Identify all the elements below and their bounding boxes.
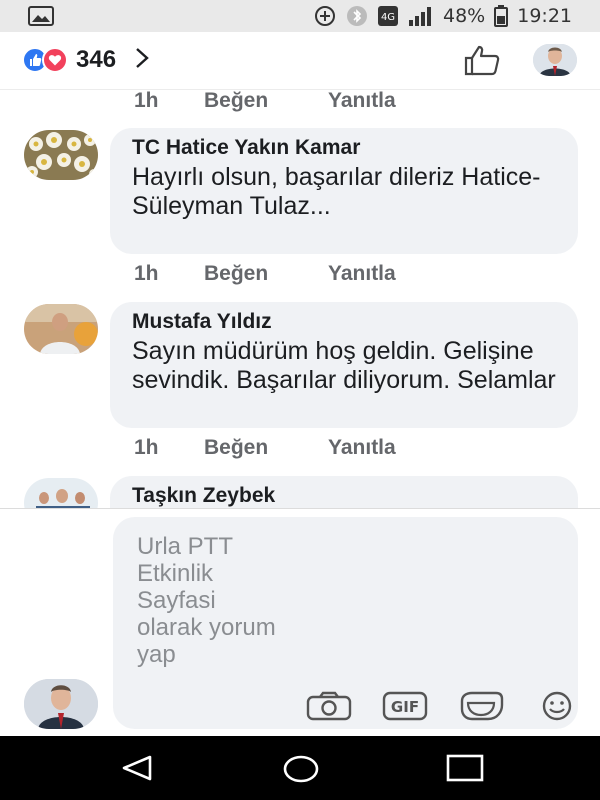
comment-actions: 1h Beğen Yanıtla [134, 262, 396, 286]
comment-bubble[interactable]: Mustafa Yıldız Sayın müdürüm hoş geldin.… [110, 302, 578, 428]
comment-text: Hayırlı olsun, başarılar dileriz Hatice-… [132, 163, 541, 220]
commenter-avatar[interactable] [24, 130, 98, 180]
user-avatar[interactable] [533, 44, 577, 76]
battery-percent: 48% [443, 5, 486, 27]
back-icon[interactable] [120, 754, 154, 787]
commenter-name[interactable]: TC Hatice Yakın Kamar [132, 135, 556, 161]
like-button-icon[interactable] [462, 44, 502, 81]
comment-placeholder: Urla PTT Etkinlik Sayfasi olarak yorum y… [137, 533, 276, 668]
network-type-icon: 4G [377, 5, 399, 27]
svg-text:4G: 4G [381, 12, 395, 23]
sticker-icon[interactable] [443, 691, 519, 721]
reply-link[interactable]: Yanıtla [328, 436, 396, 460]
comment-actions: 1h Beğen Yanıtla [134, 436, 396, 460]
like-link[interactable]: Beğen [204, 436, 328, 460]
home-icon[interactable] [282, 754, 320, 789]
reaction-count: 346 [76, 46, 117, 73]
commenter-name[interactable]: Mustafa Yıldız [132, 309, 556, 335]
status-bar: 4G 48% 19:21 [0, 0, 600, 32]
comment-composer: Urla PTT Etkinlik Sayfasi olarak yorum y… [0, 508, 600, 736]
comment-text: Sayın müdürüm hoş geldin. Gelişine sevin… [132, 337, 556, 394]
comment-time: 1h [134, 436, 159, 459]
comment-actions: 1h Beğen Yanıtla [134, 90, 396, 113]
comment-bubble[interactable]: TC Hatice Yakın Kamar Hayırlı olsun, baş… [110, 128, 578, 254]
love-reaction-icon [42, 47, 68, 73]
gallery-icon [28, 6, 54, 31]
chevron-right-icon[interactable] [134, 47, 150, 74]
comment-input[interactable]: Urla PTT Etkinlik Sayfasi olarak yorum y… [113, 517, 578, 729]
reactions-bar: 346 [0, 32, 600, 90]
commenter-name[interactable]: Taşkın Zeybek [132, 483, 556, 508]
reactions-summary[interactable]: 346 [22, 46, 150, 74]
composer-avatar [24, 679, 98, 729]
commenter-avatar[interactable] [24, 478, 98, 508]
emoji-icon[interactable] [519, 691, 595, 721]
svg-text:GIF: GIF [391, 698, 419, 716]
like-link[interactable]: Beğen [204, 90, 328, 113]
recent-apps-icon[interactable] [446, 754, 484, 787]
android-nav-bar [0, 736, 600, 800]
signal-icon [408, 6, 434, 26]
comment-bubble[interactable]: Taşkın Zeybek [110, 476, 578, 508]
reply-link[interactable]: Yanıtla [328, 262, 396, 286]
data-saver-icon [313, 4, 337, 28]
comment-list: 1h Beğen Yanıtla TC Hatice Yakın Kamar H… [0, 90, 600, 508]
camera-icon[interactable] [291, 691, 367, 721]
bluetooth-icon [346, 5, 368, 27]
like-link[interactable]: Beğen [204, 262, 328, 286]
clock: 19:21 [517, 5, 572, 27]
comment-time: 1h [134, 90, 159, 112]
battery-icon [494, 5, 509, 27]
commenter-avatar[interactable] [24, 304, 98, 354]
comment-time: 1h [134, 262, 159, 285]
gif-icon[interactable]: GIF [367, 691, 443, 721]
reply-link[interactable]: Yanıtla [328, 90, 396, 113]
